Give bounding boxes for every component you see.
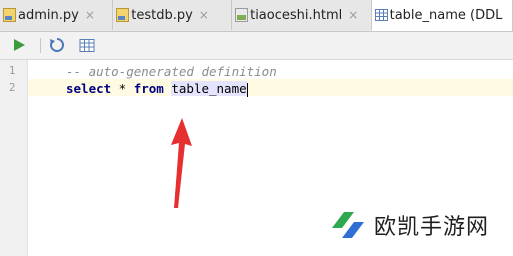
run-icon [14,39,25,51]
watermark-logo-icon [332,212,364,238]
close-icon[interactable]: × [199,8,209,22]
keyword-select: select [66,81,112,96]
tab-label: admin.py [18,7,79,23]
editor-tab-bar: admin.py × testdb.py × tiaoceshi.html × … [0,0,513,32]
html-file-icon [235,8,249,22]
refresh-icon [50,38,64,52]
line-number: 2 [9,82,16,94]
table-view-button[interactable] [78,36,96,54]
code-line-1: -- auto-generated definition [66,64,277,79]
tab-table-name-ddl[interactable]: table_name (DDL [371,0,513,31]
table-name-identifier: table_name [171,81,247,96]
red-arrow-annotation [171,118,192,208]
tab-label: table_name (DDL [389,8,503,23]
table-icon [374,9,388,21]
table-view-icon [79,38,95,52]
line-number: 1 [9,65,16,77]
python-file-icon [3,8,16,22]
python-file-icon [116,8,130,22]
close-icon[interactable]: × [85,8,95,22]
watermark-text: 欧凯手游网 [374,215,490,240]
tab-label: tiaoceshi.html [250,7,343,23]
line-number-gutter: 1 2 [0,60,28,256]
toolbar-divider [40,38,41,53]
tab-label: testdb.py [131,7,193,23]
run-button[interactable] [10,36,28,54]
tab-tiaoceshi-html[interactable]: tiaoceshi.html × [232,0,372,30]
text-caret [246,82,248,97]
refresh-button[interactable] [48,36,66,54]
watermark: 欧凯手游网 [328,208,489,242]
editor-toolbar [0,32,513,60]
keyword-from: from [133,81,164,96]
close-icon[interactable]: × [348,8,358,22]
code-line-2: select * from table_name [66,81,248,97]
code-star: * [111,81,134,96]
tab-testdb-py[interactable]: testdb.py × [113,0,233,30]
tab-admin-py[interactable]: admin.py × [0,0,114,30]
